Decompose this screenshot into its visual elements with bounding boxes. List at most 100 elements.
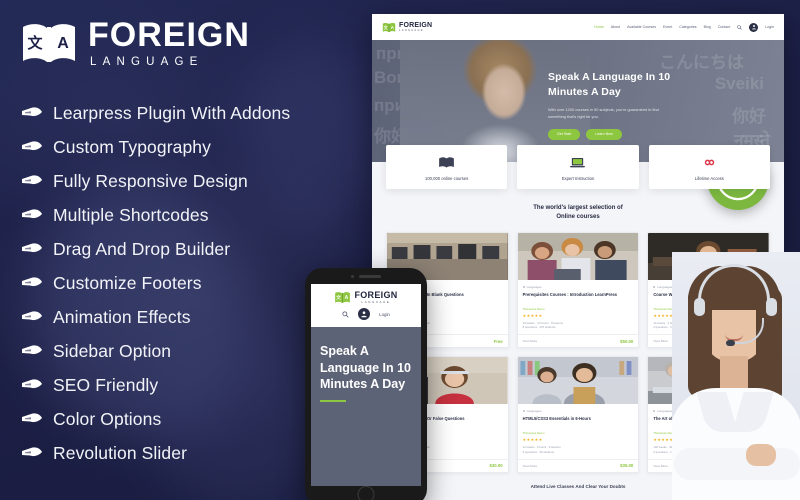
white-shirt <box>672 388 800 500</box>
phone-hero-title: Speak A Language In 10 Minutes A Day <box>320 344 411 391</box>
navbar-logo[interactable]: 文 A FOREIGN LANGUAGE <box>382 22 432 33</box>
course-view-more-link[interactable]: View More <box>653 464 668 468</box>
phone-navbar: 文 A FOREIGN LANGUAGE Login <box>311 284 421 327</box>
library-group-photo <box>517 357 639 405</box>
list-item: Drag And Drop Builder <box>22 232 290 266</box>
open-book-translate-icon: 文 A <box>382 22 396 32</box>
logo-name: FOREIGN <box>88 16 250 54</box>
course-footer: View More $50.00 <box>517 334 639 347</box>
category-dot-icon <box>653 285 656 288</box>
pointing-hand-icon <box>22 413 42 423</box>
list-item: SEO Friendly <box>22 368 290 402</box>
info-card-online-courses[interactable]: 100,000 online courses <box>386 145 508 189</box>
navbar-login-label[interactable]: Login <box>765 25 774 29</box>
hand <box>746 444 776 466</box>
course-price: $50.00 <box>620 338 634 344</box>
pointing-hand-icon <box>22 141 42 151</box>
hero-bg-word: Sveiki <box>714 74 764 93</box>
pointing-hand-icon <box>22 243 42 253</box>
navbar-brand-name: FOREIGN <box>399 21 433 29</box>
user-avatar-icon[interactable] <box>358 308 371 320</box>
crossed-arms <box>674 448 800 480</box>
user-avatar-icon[interactable] <box>749 22 759 32</box>
svg-text:A: A <box>391 24 394 29</box>
pointing-hand-icon <box>22 447 42 457</box>
list-item-label: Multiple Shortcodes <box>53 204 209 225</box>
course-category-label: Languages <box>526 284 542 289</box>
course-title: Prerequisites Courses : Introduction Lea… <box>522 291 618 297</box>
course-card[interactable]: Languages Prerequisites Courses : Introd… <box>516 231 640 349</box>
course-meta: 12 weeks · 6 hours · 9 lessons 6 questio… <box>523 445 634 455</box>
nav-link-event[interactable]: Event <box>663 25 672 29</box>
courses-heading: The world's largest selection of Online … <box>372 204 784 223</box>
course-view-more-link[interactable]: View More <box>653 339 668 343</box>
course-author: Thimpress Demo <box>522 306 545 311</box>
course-category-label: Languages <box>657 409 673 414</box>
nav-link-about[interactable]: About <box>611 25 620 29</box>
hero-buttons: Get Start Learn Now <box>548 128 698 140</box>
svg-text:A: A <box>57 35 69 52</box>
logo-tagline: LANGUAGE <box>90 56 204 68</box>
nav-link-available-courses[interactable]: Available Courses <box>627 25 656 29</box>
list-item-label: Drag And Drop Builder <box>53 238 231 259</box>
search-icon[interactable] <box>342 310 349 318</box>
svg-text:文: 文 <box>27 34 43 52</box>
list-item-label: Color Options <box>53 408 162 429</box>
list-item: Learpress Plugin With Addons <box>22 96 290 130</box>
nav-link-contact[interactable]: Contact <box>718 25 730 29</box>
list-item-label: Sidebar Option <box>53 340 172 361</box>
learn-now-button[interactable]: Learn Now <box>586 128 622 140</box>
info-card-row: 100,000 online courses Expert Instructio… <box>372 145 784 189</box>
course-meta-line2: 8 questions · 270 students <box>522 325 556 330</box>
phone-hero-underline <box>320 399 346 402</box>
category-dot-icon <box>522 410 525 413</box>
course-price: Free <box>493 338 503 344</box>
list-item-label: Animation Effects <box>53 306 191 327</box>
navbar-brand-tagline: LANGUAGE <box>399 28 424 32</box>
list-item-label: Custom Typography <box>53 136 211 157</box>
search-icon[interactable] <box>737 24 742 30</box>
list-item-label: Revolution Slider <box>53 442 187 463</box>
headset-mic-tip <box>726 340 735 346</box>
get-start-button[interactable]: Get Start <box>548 128 581 140</box>
pointing-hand-icon <box>22 379 42 389</box>
list-item-label: Learpress Plugin With Addons <box>53 102 291 123</box>
course-rating-stars: ★★★★★ <box>522 437 543 443</box>
course-thumbnail <box>517 232 639 280</box>
course-card[interactable]: Languages HTML5/CSS3 Essentials in 6-Hou… <box>516 356 640 473</box>
phone-login-label[interactable]: Login <box>379 312 390 317</box>
course-category-label: Languages <box>657 284 673 289</box>
course-view-more-link[interactable]: View More <box>523 339 538 343</box>
phone-hero: Speak A Language In 10 Minutes A Day <box>311 327 421 402</box>
pointing-hand-icon <box>22 311 42 321</box>
open-book-icon <box>390 154 503 171</box>
course-body: Languages HTML5/CSS3 Essentials in 6-Hou… <box>518 404 639 459</box>
infinity-icon <box>653 154 766 171</box>
list-item: Fully Responsive Design <box>22 164 290 198</box>
info-card-expert-instruction[interactable]: Expert Instruction <box>517 145 639 189</box>
phone-home-button[interactable] <box>357 486 375 500</box>
support-agent-photo <box>672 252 800 500</box>
course-meta: 10 weeks · 4.5 hours · 8 lessons 8 quest… <box>523 321 634 331</box>
nav-link-home[interactable]: Home <box>594 25 604 29</box>
laptop-icon <box>521 154 634 171</box>
course-price: $30.00 <box>489 463 503 469</box>
phone-notch <box>351 275 381 278</box>
hero-content: Speak A Language In 10 Minutes A Day Wit… <box>548 70 698 140</box>
courses-heading-line2: Online courses <box>556 214 600 221</box>
user-glyph-icon <box>361 311 367 318</box>
nav-link-blog[interactable]: Blog <box>704 25 711 29</box>
infinity-glyph-icon <box>704 159 715 166</box>
phone-logo[interactable]: 文 A FOREIGN LANGUAGE <box>311 290 421 304</box>
info-card-lifetime-access[interactable]: Lifetime Access <box>648 145 770 189</box>
pointing-hand-icon <box>22 175 42 185</box>
course-view-more-link[interactable]: View More <box>523 464 538 468</box>
category-dot-icon <box>522 285 525 288</box>
list-item: Multiple Shortcodes <box>22 198 290 232</box>
hero-bg-word: 你好 <box>732 107 766 126</box>
open-book-translate-icon: 文 A <box>335 291 351 303</box>
nav-link-categories[interactable]: Categories <box>679 25 696 29</box>
hero-section: привет Bonjour привет 你好 こんにちは Sveiki 你好… <box>372 40 784 162</box>
site-navbar: 文 A FOREIGN LANGUAGE Home About Availabl… <box>372 14 784 40</box>
course-footer: View More $35.00 <box>517 458 639 472</box>
